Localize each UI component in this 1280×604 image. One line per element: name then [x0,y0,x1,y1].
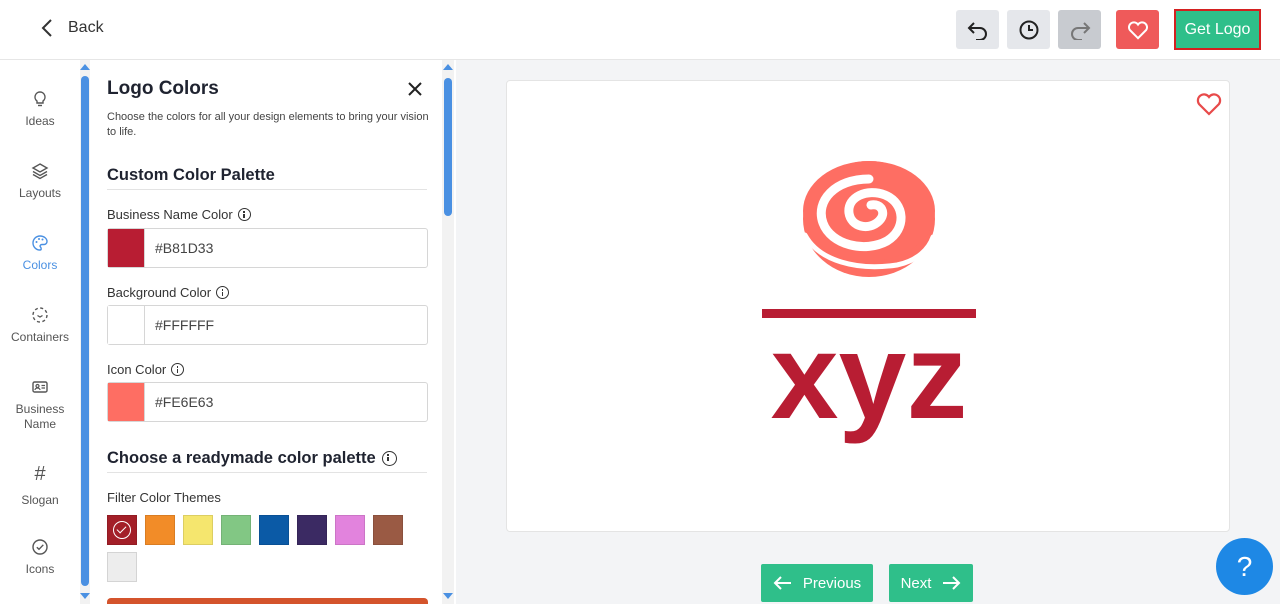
arrow-right-icon [943,576,961,590]
info-icon[interactable] [216,286,230,299]
next-button[interactable]: Next [889,564,973,602]
readymade-palette-heading: Choose a readymade color palette [107,449,397,468]
icon-color-input[interactable] [145,394,405,410]
sidebar-item-icons[interactable]: Icons [0,538,80,576]
close-icon[interactable] [407,81,423,97]
undo-icon [967,21,987,40]
redo-icon [1070,21,1090,40]
scrollbar-thumb[interactable] [81,76,89,586]
color-theme-swatch[interactable] [373,515,403,545]
sidebar-item-label: Icons [25,562,55,576]
layers-icon [31,163,49,180]
divider [107,189,427,190]
sidebar-item-label: Layouts [18,186,62,200]
scrollbar-thumb[interactable] [444,78,452,216]
divider [107,472,427,473]
swirl-icon [802,161,936,277]
panel-title: Logo Colors [107,78,219,99]
sidebar-item-ideas[interactable]: Ideas [0,90,80,128]
clock-icon [1019,20,1038,39]
color-theme-swatch[interactable] [221,515,251,545]
history-button[interactable] [1007,10,1050,49]
scroll-up-icon[interactable] [80,64,90,70]
back-label: Back [68,19,104,36]
sidebar-item-label: Containers [10,330,70,344]
favorites-button[interactable] [1116,10,1159,49]
previous-button[interactable]: Previous [761,564,873,602]
color-swatch[interactable] [108,306,145,344]
color-theme-swatch[interactable] [183,515,213,545]
sidebar-item-colors[interactable]: Colors [0,234,80,272]
hash-icon: # [34,463,46,485]
logo-colors-panel: Logo Colors Choose the colors for all yo… [92,60,438,604]
scroll-down-icon[interactable] [80,593,90,599]
sidebar-item-label: Colors [22,258,58,272]
color-theme-swatch[interactable] [107,552,137,582]
color-theme-swatch[interactable] [145,515,175,545]
background-color-field[interactable] [107,305,428,345]
scroll-down-icon[interactable] [443,593,453,599]
color-theme-swatch[interactable] [297,515,327,545]
logo-preview-card[interactable]: xyz [506,80,1230,532]
sidebar-item-slogan[interactable]: # Slogan [0,463,80,507]
color-swatch[interactable] [108,229,145,267]
panel-description: Choose the colors for all your design el… [107,111,429,138]
business-name-color-label: Business Name Color [107,207,251,222]
lightbulb-icon [34,91,46,107]
check-circle-icon [32,539,48,555]
help-button[interactable]: ? [1216,538,1273,595]
sidebar-item-label: Slogan [21,493,59,507]
palette-icon [32,235,48,251]
sidebar-item-label: Business Name [15,402,65,431]
sidebar-item-label: Ideas [25,114,55,128]
tools-sidebar: Ideas Layouts Colors Containers Business… [0,60,80,604]
chevron-left-icon [41,19,52,37]
logo-preview-area: xyz Previous Next [456,60,1280,604]
panel-scrollbar[interactable] [442,60,454,604]
color-theme-swatch[interactable] [259,515,289,545]
icon-color-label: Icon Color [107,362,185,377]
container-icon [32,307,48,323]
scroll-up-icon[interactable] [443,64,453,70]
icon-color-field[interactable] [107,382,428,422]
color-theme-swatch[interactable] [335,515,365,545]
redo-button[interactable] [1058,10,1101,49]
get-logo-button[interactable]: Get Logo [1174,9,1261,50]
custom-palette-heading: Custom Color Palette [107,166,275,184]
logo-graphic: xyz [762,161,976,444]
info-icon[interactable] [171,363,185,376]
background-color-label: Background Color [107,285,230,300]
sidebar-item-containers[interactable]: Containers [0,306,80,344]
sidebar-item-layouts[interactable]: Layouts [0,162,80,200]
undo-button[interactable] [956,10,999,49]
heart-icon [1127,20,1148,40]
business-name-color-field[interactable] [107,228,428,268]
business-name-color-input[interactable] [145,240,405,256]
top-bar: Back Get Logo [0,0,1280,60]
id-card-icon [32,381,48,393]
check-icon [113,521,131,539]
sidebar-item-business-name[interactable]: Business Name [0,378,80,432]
background-color-input[interactable] [145,317,405,333]
filter-color-themes-label: Filter Color Themes [107,490,221,505]
color-theme-swatch[interactable] [107,515,137,545]
palette-preview-bar[interactable] [107,598,428,604]
heart-icon[interactable] [1195,91,1223,117]
color-swatch[interactable] [108,383,145,421]
back-button[interactable]: Back [40,18,104,38]
arrow-left-icon [773,576,791,590]
business-name-text: xyz [771,308,968,444]
sidebar-scrollbar[interactable] [80,60,90,604]
info-icon[interactable] [237,208,251,221]
info-icon[interactable] [381,451,397,466]
